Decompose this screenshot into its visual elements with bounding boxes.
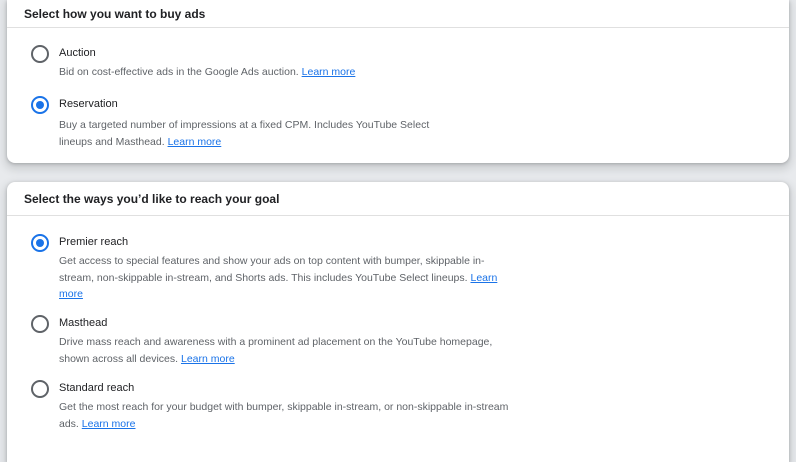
reservation-learn-more-link[interactable]: Learn more xyxy=(168,136,222,148)
reservation-radio[interactable] xyxy=(31,96,49,114)
standard-reach-description: Get the most reach for your budget with … xyxy=(59,399,519,432)
masthead-label[interactable]: Masthead xyxy=(59,314,107,332)
buy-method-title: Select how you want to buy ads xyxy=(7,0,789,28)
standard-reach-learn-more-link[interactable]: Learn more xyxy=(82,418,136,430)
masthead-description: Drive mass reach and awareness with a pr… xyxy=(59,334,509,367)
premier-reach-radio[interactable] xyxy=(31,234,49,252)
standard-reach-label[interactable]: Standard reach xyxy=(59,379,134,397)
buy-method-card: Select how you want to buy ads Auction B… xyxy=(7,0,789,163)
auction-learn-more-link[interactable]: Learn more xyxy=(302,66,356,78)
masthead-learn-more-link[interactable]: Learn more xyxy=(181,353,235,365)
reservation-description-text: Buy a targeted number of impressions at … xyxy=(59,119,430,148)
premier-reach-description: Get access to special features and show … xyxy=(59,253,499,303)
standard-reach-radio[interactable] xyxy=(31,380,49,398)
masthead-radio[interactable] xyxy=(31,315,49,333)
auction-label[interactable]: Auction xyxy=(59,44,96,62)
auction-description-text: Bid on cost-effective ads in the Google … xyxy=(59,66,299,78)
auction-description: Bid on cost-effective ads in the Google … xyxy=(59,64,459,81)
reach-goal-title: Select the ways you’d like to reach your… xyxy=(7,182,789,216)
premier-reach-description-text: Get access to special features and show … xyxy=(59,255,485,284)
auction-radio[interactable] xyxy=(31,45,49,63)
masthead-description-text: Drive mass reach and awareness with a pr… xyxy=(59,336,493,365)
reservation-description: Buy a targeted number of impressions at … xyxy=(59,117,439,150)
reservation-label[interactable]: Reservation xyxy=(59,95,118,113)
reach-goal-card: Select the ways you’d like to reach your… xyxy=(7,182,789,462)
premier-reach-label[interactable]: Premier reach xyxy=(59,233,128,251)
